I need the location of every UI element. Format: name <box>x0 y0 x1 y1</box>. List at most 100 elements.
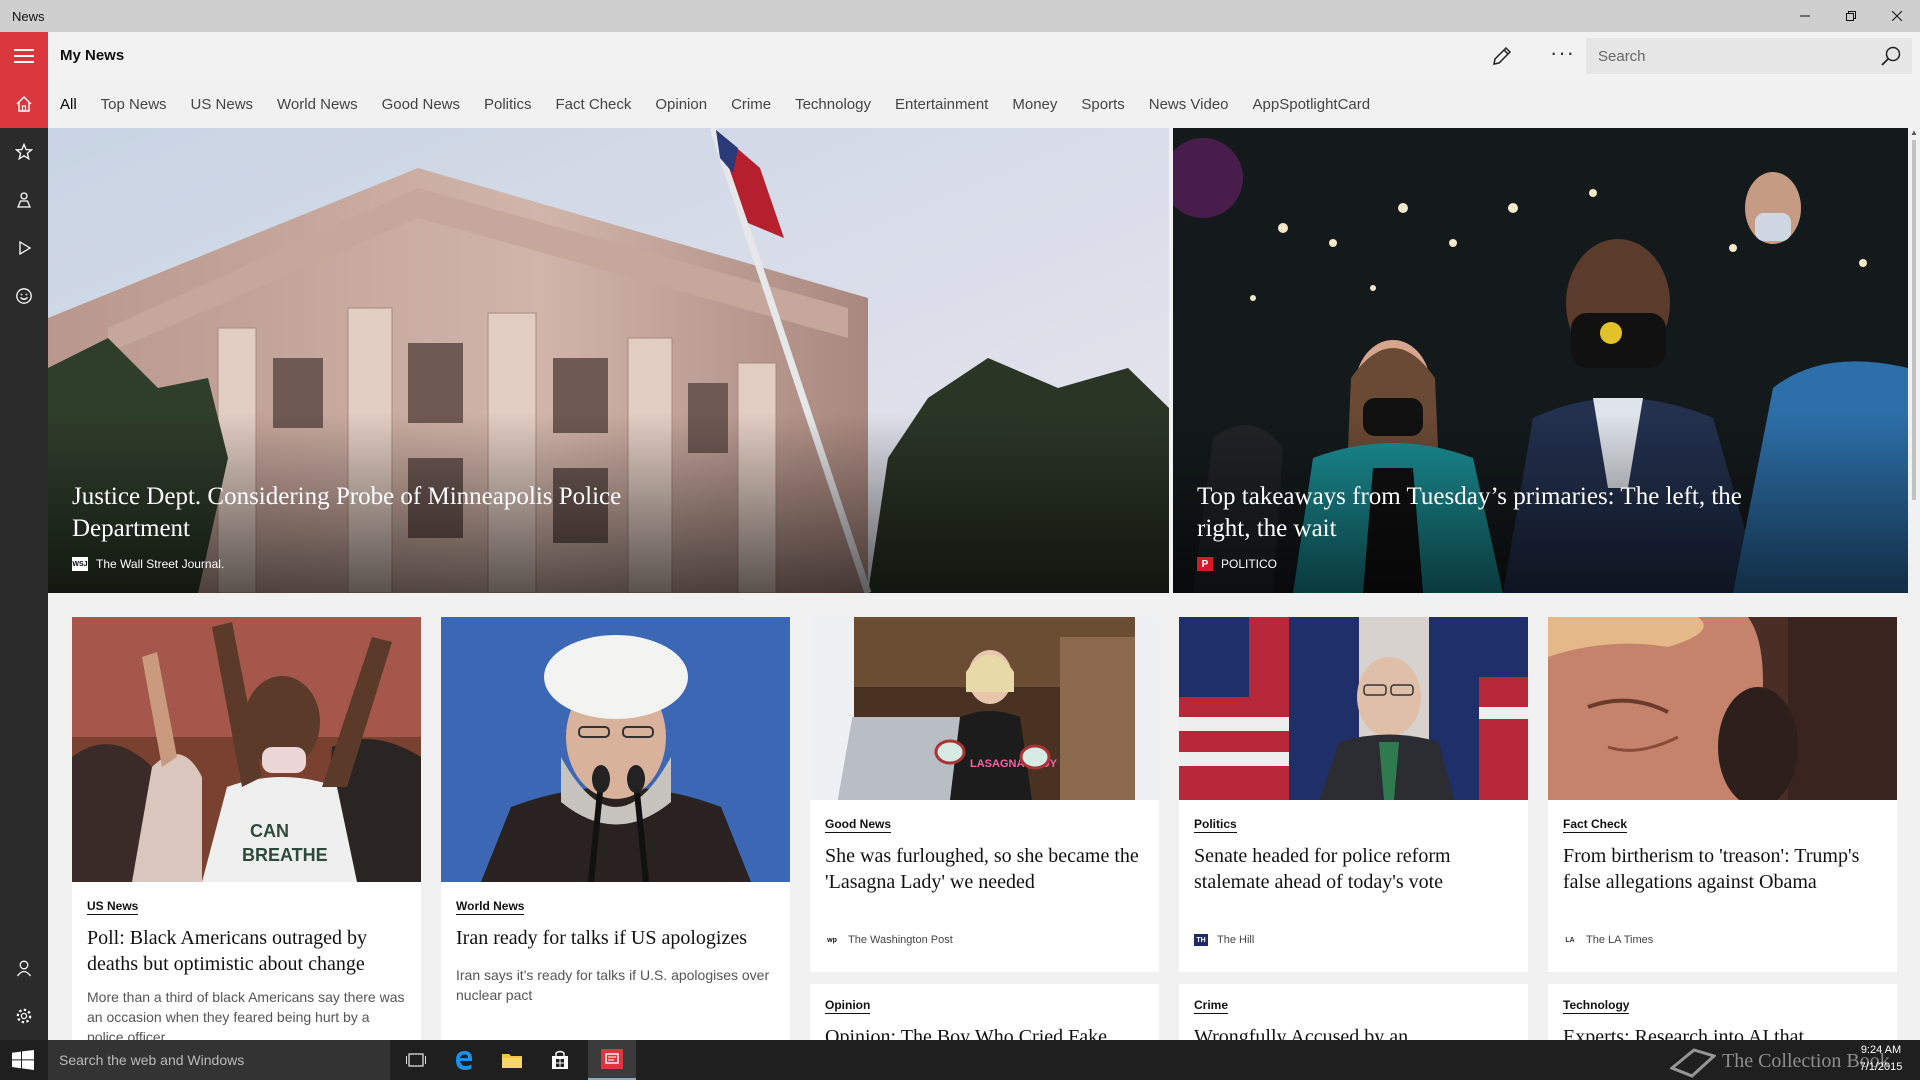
nav-interests[interactable] <box>0 128 48 176</box>
card-title[interactable]: From birtherism to 'treason': Trump's fa… <box>1563 843 1885 895</box>
edge-browser-button[interactable] <box>440 1040 488 1080</box>
search-icon[interactable] <box>1880 45 1902 67</box>
local-icon <box>17 192 31 208</box>
news-app-button[interactable] <box>588 1040 636 1080</box>
card-title[interactable]: Wrongfully Accused by an <box>1194 1024 1516 1040</box>
task-view-icon <box>406 1053 426 1067</box>
hamburger-menu-button[interactable] <box>0 32 48 80</box>
card-category[interactable]: US News <box>87 899 139 915</box>
gear-icon <box>16 1008 32 1024</box>
card-category[interactable]: Fact Check <box>1563 817 1628 833</box>
hero-headline[interactable]: Top takeaways from Tuesday’s primaries: … <box>1197 481 1757 545</box>
card-title[interactable]: Experts: Research into AI that <box>1563 1024 1885 1040</box>
window-titlebar: News <box>0 0 1920 32</box>
article-card-senate[interactable]: Politics Senate headed for police reform… <box>1179 617 1528 972</box>
card-category[interactable]: Good News <box>825 817 892 833</box>
tab-fact-check[interactable]: Fact Check <box>556 96 632 113</box>
svg-text:BREATHE: BREATHE <box>242 845 328 865</box>
article-card-technology[interactable]: Technology Experts: Research into AI tha… <box>1548 984 1897 1040</box>
card-title[interactable]: Poll: Black Americans outraged by deaths… <box>87 925 409 977</box>
article-card-poll[interactable]: CAN BREATHE US News Poll: Black American… <box>72 617 421 1040</box>
tab-technology[interactable]: Technology <box>795 96 871 113</box>
tab-news-video[interactable]: News Video <box>1149 96 1229 113</box>
svg-text:CAN: CAN <box>250 821 289 841</box>
left-nav-rail <box>0 80 48 1040</box>
hero-headline[interactable]: Justice Dept. Considering Probe of Minne… <box>72 481 632 545</box>
tab-app-spotlight[interactable]: AppSpotlightCard <box>1253 96 1371 113</box>
tab-opinion[interactable]: Opinion <box>655 96 707 113</box>
user-icon <box>16 960 32 977</box>
tab-sports[interactable]: Sports <box>1081 96 1124 113</box>
card-title[interactable]: She was furloughed, so she became the 'L… <box>825 843 1147 895</box>
taskbar-search[interactable]: Search the web and Windows <box>48 1040 390 1080</box>
article-card-birtherism[interactable]: Fact Check From birtherism to 'treason':… <box>1548 617 1897 972</box>
clock-time: 9:24 AM <box>1860 1044 1902 1056</box>
file-explorer-button[interactable] <box>488 1040 536 1080</box>
nav-good-news[interactable] <box>0 272 48 320</box>
card-image-senator-flags <box>1179 617 1528 800</box>
tab-us-news[interactable]: US News <box>191 96 254 113</box>
card-image-protest: CAN BREATHE <box>72 617 421 882</box>
card-source: LA The LA Times <box>1563 934 1653 946</box>
article-card-opinion[interactable]: Opinion Opinion: The Boy Who Cried Fake <box>810 984 1159 1040</box>
tab-top-news[interactable]: Top News <box>101 96 167 113</box>
vertical-scrollbar[interactable]: ▲ <box>1908 128 1920 1040</box>
search-input[interactable] <box>1586 47 1866 65</box>
task-view-button[interactable] <box>392 1040 440 1080</box>
card-category[interactable]: World News <box>456 899 525 915</box>
tab-world-news[interactable]: World News <box>277 96 358 113</box>
scroll-up-icon[interactable]: ▲ <box>1910 128 1918 137</box>
tab-good-news[interactable]: Good News <box>382 96 460 113</box>
card-title[interactable]: Iran ready for talks if US apologizes <box>456 925 778 951</box>
close-icon <box>1892 11 1902 21</box>
card-category[interactable]: Opinion <box>825 998 871 1014</box>
nav-video[interactable] <box>0 224 48 272</box>
card-title[interactable]: Senate headed for police reform stalemat… <box>1194 843 1516 895</box>
card-description: More than a third of black Americans say… <box>87 989 405 1040</box>
card-source-name: The Hill <box>1217 934 1255 946</box>
windows-taskbar: Search the web and Windows <box>0 1040 1920 1080</box>
hero-article-primaries[interactable]: Top takeaways from Tuesday’s primaries: … <box>1173 128 1908 593</box>
card-category[interactable]: Politics <box>1194 817 1237 833</box>
tab-entertainment[interactable]: Entertainment <box>895 96 988 113</box>
washington-post-logo-icon: wp <box>827 936 837 944</box>
store-button[interactable] <box>536 1040 584 1080</box>
folder-icon <box>502 1054 522 1068</box>
nav-home[interactable] <box>0 80 48 128</box>
card-image-lasagna-lady: LASAGNA LADY <box>810 617 1159 800</box>
nav-account[interactable] <box>0 944 48 992</box>
card-image-speaker <box>441 617 790 882</box>
edit-button[interactable] <box>1490 44 1514 68</box>
card-category[interactable]: Technology <box>1563 998 1630 1014</box>
card-source-name: The LA Times <box>1586 934 1654 946</box>
article-card-crime[interactable]: Crime Wrongfully Accused by an <box>1179 984 1528 1040</box>
store-icon <box>552 1050 568 1069</box>
tab-all[interactable]: All <box>60 96 77 113</box>
close-button[interactable] <box>1874 0 1920 32</box>
minimize-button[interactable] <box>1782 0 1828 32</box>
search-box[interactable] <box>1586 38 1912 74</box>
article-card-lasagna[interactable]: LASAGNA LADY Good News She was furloughe… <box>810 617 1159 972</box>
nav-settings[interactable] <box>0 992 48 1040</box>
article-card-iran[interactable]: World News Iran ready for talks if US ap… <box>441 617 790 1040</box>
more-options-button[interactable]: ··· <box>1550 40 1575 66</box>
card-title[interactable]: Opinion: The Boy Who Cried Fake <box>825 1024 1147 1040</box>
windows-start-icon[interactable] <box>12 1050 34 1070</box>
taskbar-clock[interactable]: 9:24 AM 7/1/2015 <box>1846 1042 1916 1076</box>
edge-icon <box>456 1051 473 1070</box>
restore-button[interactable] <box>1828 0 1874 32</box>
news-feed: Justice Dept. Considering Probe of Minne… <box>48 128 1908 1040</box>
clock-date: 7/1/2015 <box>1859 1061 1903 1073</box>
card-image-trump <box>1548 617 1897 800</box>
tab-politics[interactable]: Politics <box>484 96 532 113</box>
hero-article-justice-dept[interactable]: Justice Dept. Considering Probe of Minne… <box>48 128 1169 593</box>
card-category[interactable]: Crime <box>1194 998 1229 1014</box>
category-tabs: All Top News US News World News Good New… <box>48 80 1382 128</box>
nav-local[interactable] <box>0 176 48 224</box>
tab-money[interactable]: Money <box>1012 96 1057 113</box>
pencil-icon <box>1493 46 1512 65</box>
hero-source: P POLITICO <box>1197 557 1277 571</box>
video-icon <box>19 240 32 256</box>
scrollbar-thumb[interactable] <box>1912 140 1916 500</box>
tab-crime[interactable]: Crime <box>731 96 771 113</box>
